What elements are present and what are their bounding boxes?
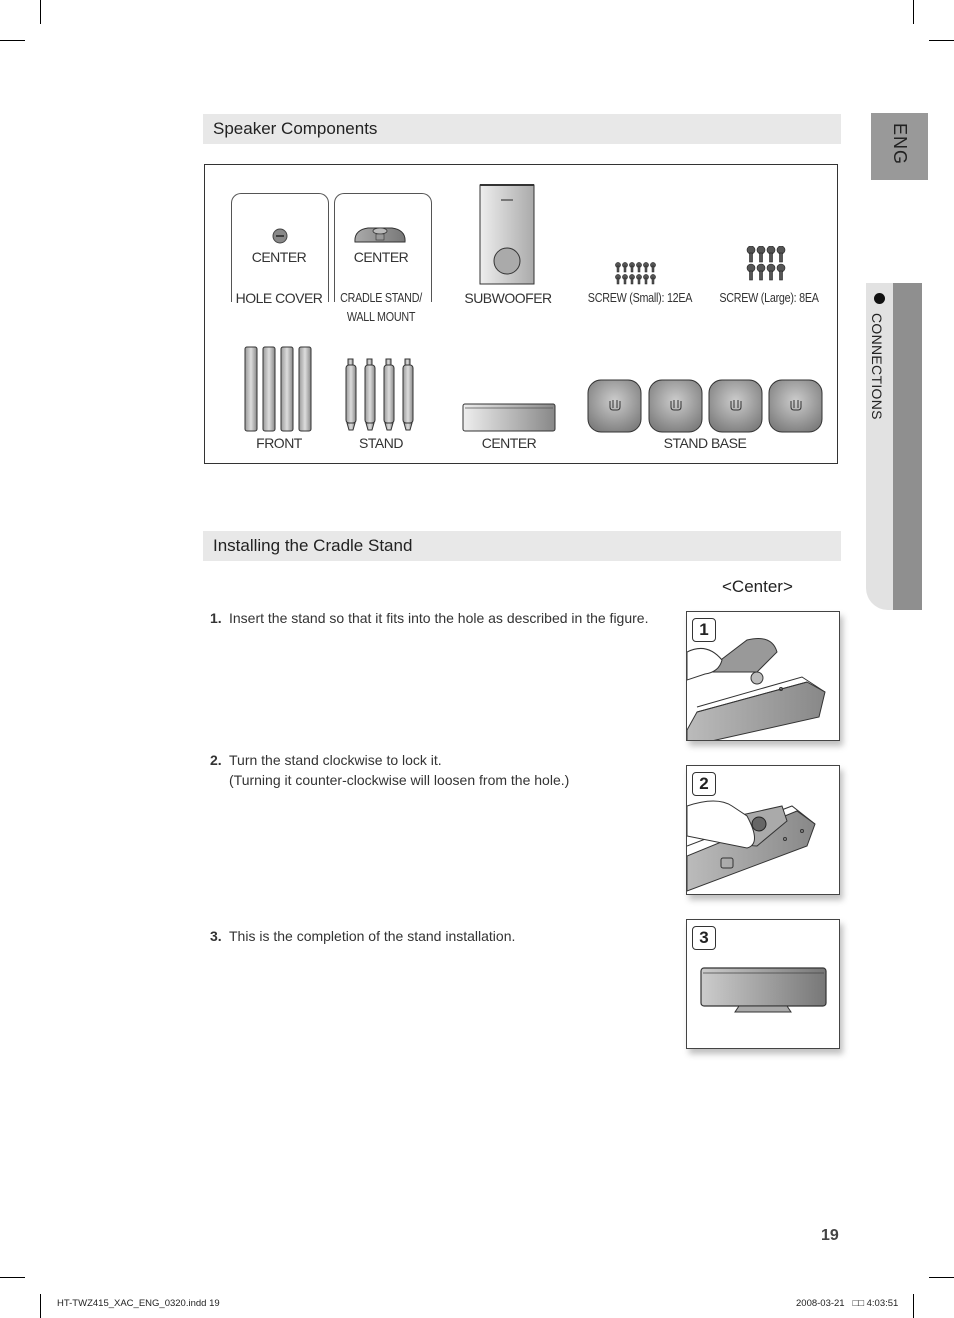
footer-file-name: HT-TWZ415_XAC_ENG_0320.indd 19 (57, 1298, 220, 1309)
figure-number-badge: 2 (692, 772, 716, 796)
front-speakers-icon (244, 346, 312, 432)
language-tab: ENG (871, 113, 928, 180)
component-label: CRADLE STAND/ (338, 291, 424, 305)
small-screws-icon (615, 262, 656, 285)
figure-number-badge: 3 (692, 926, 716, 950)
step-number: 3. (210, 928, 222, 944)
footer-timestamp: 2008-03-21 □□ 4:03:51 (796, 1298, 899, 1309)
cradle-stand-frame (334, 193, 432, 302)
component-label: FRONT (256, 435, 302, 451)
stand-poles-icon (345, 358, 414, 431)
crop-mark (929, 1277, 954, 1278)
cradle-stand-icon (354, 227, 406, 243)
section-header-cradle-stand: Installing the Cradle Stand (203, 531, 841, 561)
step-text: Turn the stand clockwise to lock it. (229, 752, 442, 768)
component-label-top: CENTER (251, 249, 307, 265)
subwoofer-icon (479, 184, 535, 285)
step-number: 1. (210, 610, 222, 626)
center-speaker-icon (462, 403, 556, 432)
component-label-top: CENTER (353, 249, 409, 265)
hole-cover-frame (231, 193, 329, 302)
stand-base-icon (587, 379, 823, 433)
crop-mark (0, 1277, 25, 1278)
component-label: CENTER (481, 435, 537, 451)
crop-mark (913, 1294, 914, 1318)
component-label: HOLE COVER (233, 290, 325, 306)
chapter-tab-dark (893, 283, 922, 610)
crop-mark (913, 0, 914, 24)
step-number: 2. (210, 752, 222, 768)
figure-number-badge: 1 (692, 618, 716, 642)
page-number: 19 (821, 1227, 839, 1244)
step-text: This is the completion of the stand inst… (229, 928, 516, 944)
figure-caption: <Center> (722, 577, 793, 596)
section-title: Speaker Components (213, 119, 378, 138)
section-title: Installing the Cradle Stand (213, 536, 413, 555)
step-1: 1. Insert the stand so that it fits into … (210, 608, 648, 628)
step-note: (Turning it counter-clockwise will loose… (229, 772, 570, 788)
component-label: SCREW (Large): 8EA (719, 291, 819, 305)
step-3-figure: 3 (686, 919, 840, 1049)
chapter-label: CONNECTIONS (869, 313, 885, 420)
step-1-figure: 1 (686, 611, 840, 741)
component-label: STAND BASE (663, 435, 747, 451)
large-screws-icon (746, 246, 786, 281)
crop-mark (40, 0, 41, 24)
hole-cover-icon (272, 228, 288, 244)
component-label: SUBWOOFER (464, 290, 552, 306)
chapter-tab: CONNECTIONS (866, 283, 922, 610)
language-label: ENG (890, 123, 910, 166)
step-2-figure: 2 (686, 765, 840, 895)
component-label: SCREW (Small): 12EA (587, 291, 693, 305)
step-text: Insert the stand so that it fits into th… (229, 610, 649, 626)
component-label: STAND (359, 435, 403, 451)
step-2: 2. Turn the stand clockwise to lock it. (… (210, 750, 569, 790)
component-label-line2: WALL MOUNT (346, 310, 416, 324)
step-3: 3. This is the completion of the stand in… (210, 926, 515, 946)
crop-mark (40, 1294, 41, 1318)
bullet-icon (874, 293, 885, 304)
crop-mark (929, 40, 954, 41)
section-header-speaker-components: Speaker Components (203, 114, 841, 144)
crop-mark (0, 40, 25, 41)
